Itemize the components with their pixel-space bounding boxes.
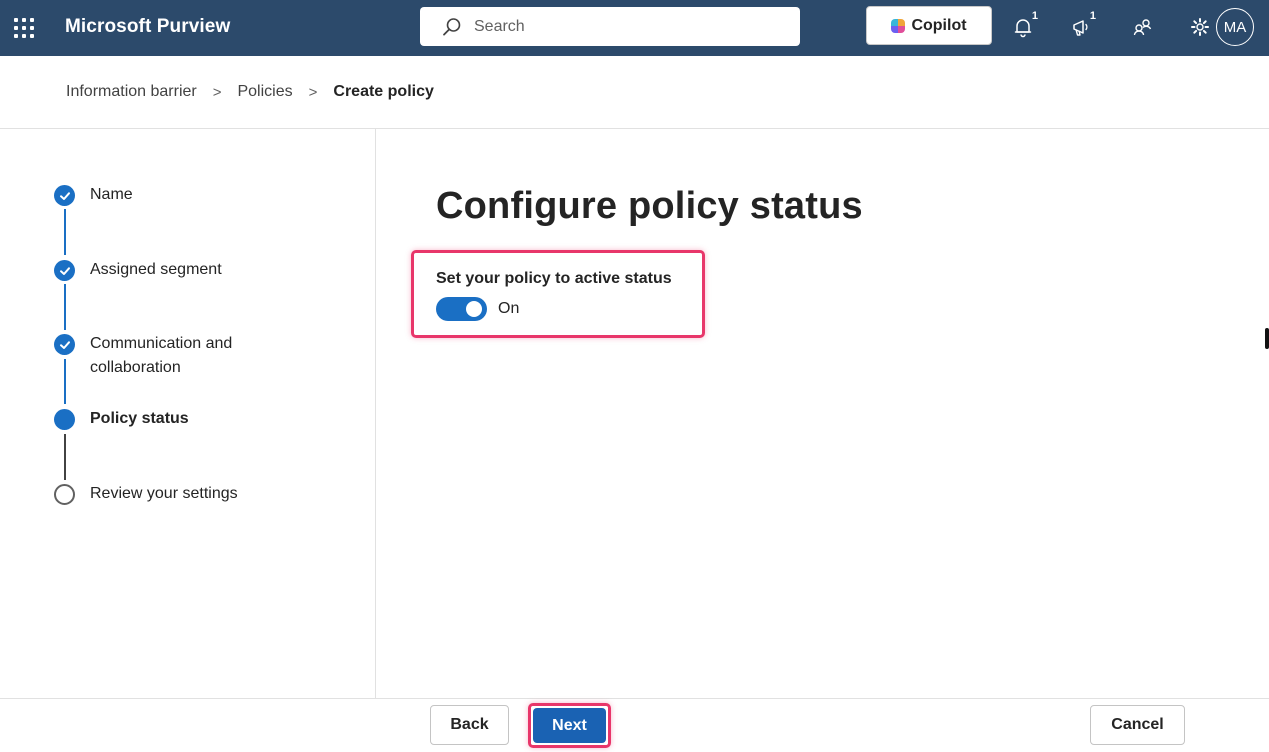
app-launcher-icon[interactable] [12,16,36,40]
checkmark-icon [54,334,75,355]
chevron-right-icon: > [308,83,318,101]
step-name[interactable]: Name [54,185,133,207]
empty-circle-icon [54,484,75,505]
step-label: Communication and collaboration [90,335,233,376]
announcements-button[interactable]: 1 [1066,10,1096,42]
page-title: Configure policy status [436,185,863,227]
current-step-icon [54,409,75,430]
checkmark-icon [54,260,75,281]
copilot-button[interactable]: Copilot [866,6,992,45]
app-title[interactable]: Microsoft Purview [65,16,230,38]
copilot-icon [891,18,906,33]
copilot-label: Copilot [911,16,967,34]
step-assigned-segment[interactable]: Assigned segment [54,260,222,282]
active-status-toggle[interactable] [436,297,487,321]
step-policy-status[interactable]: Policy status [54,409,189,431]
next-button-highlight: Next [528,703,611,748]
step-connector [64,209,66,255]
notifications-badge: 1 [1031,10,1038,22]
next-button[interactable]: Next [533,708,606,743]
step-label: Name [90,186,133,203]
people-connect-icon [1133,19,1152,36]
search-input[interactable] [474,17,774,36]
main-content: Configure policy status Set your policy … [377,129,1269,698]
step-label: Assigned segment [90,261,222,278]
notifications-button[interactable]: 1 [1008,10,1038,42]
breadcrumb-policies[interactable]: Policies [237,83,292,101]
step-connector [64,434,66,480]
wizard-footer: Back Next Cancel [0,698,1269,752]
cancel-button[interactable]: Cancel [1090,705,1185,745]
toggle-knob [466,301,482,317]
megaphone-icon [1073,20,1088,36]
search-box[interactable] [420,7,800,46]
policy-status-toggle-group: Set your policy to active status On [411,250,705,338]
step-label: Policy status [90,410,189,427]
search-icon [443,17,461,36]
step-review-settings[interactable]: Review your settings [54,484,238,506]
announcements-badge: 1 [1089,10,1096,22]
back-button[interactable]: Back [430,705,509,745]
avatar[interactable]: MA [1216,8,1254,46]
toggle-state-label: On [498,300,520,317]
cursor-marker [1265,328,1269,349]
step-communication-collaboration[interactable]: Communication and collaboration [54,334,270,380]
chevron-right-icon: > [212,83,222,101]
breadcrumb: Information barrier > Policies > Create … [0,56,1269,129]
step-label: Review your settings [90,485,238,502]
breadcrumb-current: Create policy [333,83,434,100]
wizard-stepper: Name Assigned segment Communication and … [0,129,376,698]
settings-button[interactable] [1185,12,1215,42]
top-bar: Microsoft Purview Copilot 1 1 [0,0,1269,56]
step-connector [64,284,66,330]
checkmark-icon [54,185,75,206]
breadcrumb-information-barrier[interactable]: Information barrier [66,83,197,101]
bell-icon [1014,19,1032,38]
community-button[interactable] [1127,12,1157,42]
gear-icon [1191,18,1209,36]
toggle-label: Set your policy to active status [436,270,672,287]
